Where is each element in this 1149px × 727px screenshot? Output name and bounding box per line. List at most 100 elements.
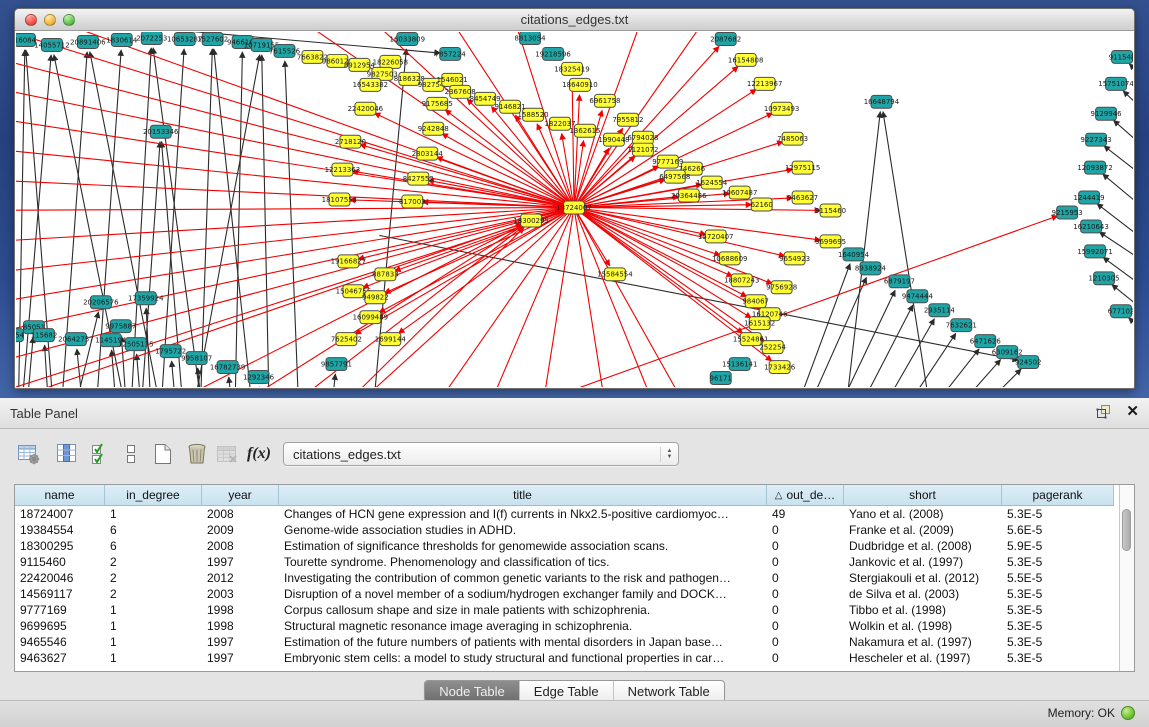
graph-node[interactable]: 62160: [751, 198, 773, 211]
table-row[interactable]: 946362711997Embryonic stem cells: a mode…: [15, 650, 1119, 666]
graph-node[interactable]: 1210305: [1089, 272, 1120, 285]
graph-node[interactable]: 19218596: [535, 47, 571, 60]
graph-node[interactable]: 911548: [1109, 50, 1133, 63]
graph-node[interactable]: 18107554: [322, 193, 358, 206]
graph-node[interactable]: 1624554: [696, 176, 728, 189]
column-header-out_de[interactable]: △out_de…: [767, 485, 844, 506]
graph-node[interactable]: 8454749: [470, 92, 501, 105]
graph-node[interactable]: 15720407: [698, 230, 734, 243]
graph-node[interactable]: 1640954: [838, 248, 870, 261]
graph-node[interactable]: 18640910: [562, 78, 598, 91]
graph-node[interactable]: 6879197: [884, 275, 915, 288]
graph-node[interactable]: 22420046: [348, 102, 384, 115]
table-row[interactable]: 1872400712008Changes of HCN gene express…: [15, 506, 1119, 522]
graph-node[interactable]: 8938924: [855, 262, 887, 275]
graph-node[interactable]: 20364486: [671, 189, 707, 202]
graph-node[interactable]: 1699144: [375, 333, 407, 346]
graph-node[interactable]: 7857224: [435, 47, 467, 60]
graph-node[interactable]: 12213967: [747, 77, 783, 90]
show-columns-button[interactable]: [54, 441, 80, 467]
graph-node[interactable]: 1527602: [197, 32, 228, 45]
graph-node[interactable]: 20642757: [58, 333, 94, 346]
graph-node[interactable]: 1990448: [598, 133, 629, 146]
graph-node[interactable]: 16648794: [864, 95, 900, 108]
graph-node[interactable]: 10973493: [764, 102, 800, 115]
graph-node[interactable]: 10607487: [722, 186, 758, 199]
graph-node[interactable]: 9699695: [815, 235, 846, 248]
graph-node[interactable]: 15751074: [1098, 77, 1133, 90]
graph-node[interactable]: 6497568: [659, 170, 690, 183]
column-header-in_degree[interactable]: in_degree: [105, 485, 202, 506]
graph-node[interactable]: 984067: [742, 295, 769, 308]
graph-node[interactable]: 9242848: [418, 122, 449, 135]
graph-node[interactable]: 9857791: [321, 358, 352, 371]
graph-node[interactable]: 115682: [31, 329, 58, 342]
graph-node[interactable]: 12093872: [1077, 161, 1113, 174]
graph-node[interactable]: 677102: [1108, 305, 1133, 318]
delete-table-disabled-button[interactable]: [214, 441, 240, 467]
graph-node[interactable]: 9463627: [787, 191, 818, 204]
graph-node[interactable]: 18226058: [373, 55, 409, 68]
graph-node[interactable]: 7615526: [269, 44, 300, 57]
table-row[interactable]: 1938455462009Genome-wide association stu…: [15, 522, 1119, 538]
close-panel-icon[interactable]: ✕: [1126, 404, 1139, 420]
column-header-year[interactable]: year: [202, 485, 279, 506]
graph-node[interactable]: 7485063: [777, 132, 808, 145]
graph-node[interactable]: 9227343: [1081, 133, 1112, 146]
graph-node[interactable]: 9129946: [1091, 107, 1122, 120]
graph-node[interactable]: 9474444: [902, 290, 934, 303]
graph-node[interactable]: 18325419: [554, 62, 590, 75]
graph-node[interactable]: 39154: [16, 329, 25, 342]
graph-node[interactable]: 2072253: [136, 32, 167, 44]
graph-node[interactable]: 16033809: [390, 32, 426, 45]
graph-node[interactable]: 7955812: [612, 113, 643, 126]
network-canvas[interactable]: 1608414055712208914061830614207225310653…: [16, 32, 1133, 387]
column-header-title[interactable]: title: [279, 485, 767, 506]
graph-node[interactable]: 8427552: [403, 172, 434, 185]
graph-node[interactable]: 16543382: [353, 78, 389, 91]
graph-node[interactable]: 6961758: [589, 94, 620, 107]
function-builder-button[interactable]: f(x): [246, 441, 272, 467]
graph-node[interactable]: 1615132: [744, 317, 775, 330]
graph-node[interactable]: 16782739: [210, 361, 246, 374]
tab-network-table[interactable]: Network Table: [614, 681, 724, 702]
graph-node[interactable]: 6471626: [970, 335, 1001, 348]
table-selector-dropdown[interactable]: citations_edges.txt ▲▼: [283, 442, 679, 466]
table-row[interactable]: 1456911722003Disruption of a novel membe…: [15, 586, 1119, 602]
row-visibility-button[interactable]: [118, 441, 144, 467]
graph-node[interactable]: 1292346: [243, 371, 274, 384]
graph-node[interactable]: 1244419: [1074, 191, 1105, 204]
table-row[interactable]: 1830029562008Estimation of significance …: [15, 538, 1119, 554]
table-row[interactable]: 2242004622012Investigating the contribut…: [15, 570, 1119, 586]
graph-node[interactable]: 9756928: [766, 281, 797, 294]
table-row[interactable]: 977716911998Corpus callosum shape and si…: [15, 602, 1119, 618]
tab-edge-table[interactable]: Edge Table: [520, 681, 614, 702]
graph-node[interactable]: 15992071: [1077, 245, 1113, 258]
create-table-button[interactable]: [150, 441, 176, 467]
graph-node[interactable]: 9654923: [779, 252, 810, 265]
graph-node[interactable]: 16154808: [728, 53, 764, 66]
graph-node[interactable]: 252254: [759, 341, 786, 354]
graph-node[interactable]: 817003: [399, 195, 426, 208]
graph-node[interactable]: 9215953: [1052, 206, 1083, 219]
column-header-short[interactable]: short: [844, 485, 1002, 506]
graph-node[interactable]: 16099489: [353, 311, 389, 324]
column-header-name[interactable]: name: [15, 485, 105, 506]
graph-node[interactable]: 18807243: [724, 274, 760, 287]
graph-node[interactable]: 2087682: [710, 32, 741, 45]
graph-node[interactable]: 9175685: [422, 97, 453, 110]
graph-node[interactable]: 9958107: [181, 352, 212, 365]
graph-node[interactable]: 1830614: [106, 33, 138, 46]
graph-node[interactable]: 2935114: [924, 304, 956, 317]
select-rows-button[interactable]: [88, 441, 114, 467]
graph-node[interactable]: 20891406: [70, 35, 106, 48]
graph-node[interactable]: 1733426: [764, 361, 795, 374]
network-window-titlebar[interactable]: citations_edges.txt: [15, 9, 1134, 31]
table-settings-button[interactable]: [16, 441, 42, 467]
graph-node[interactable]: 6794028: [627, 131, 658, 144]
graph-node[interactable]: 2718120: [335, 135, 366, 148]
graph-node[interactable]: 1121072: [627, 143, 658, 156]
graph-node[interactable]: 96171: [710, 372, 732, 385]
float-window-icon[interactable]: [1096, 404, 1112, 420]
graph-node[interactable]: 8813054: [515, 32, 547, 44]
